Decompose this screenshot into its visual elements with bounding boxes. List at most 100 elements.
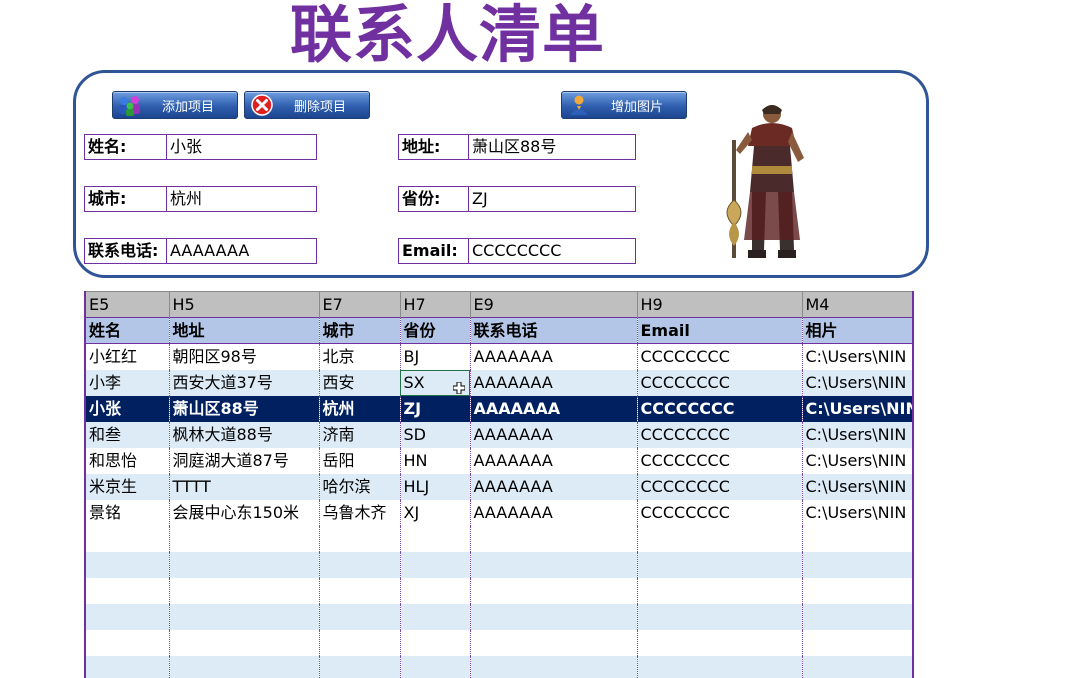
empty-table-row-cell[interactable] bbox=[802, 551, 912, 578]
table-row-cell[interactable]: 洞庭湖大道87号 bbox=[169, 447, 320, 474]
table-row-cell[interactable]: SD bbox=[400, 421, 471, 448]
table-row-cell[interactable]: 会展中心东150米 bbox=[169, 499, 320, 526]
table-row-cell[interactable]: AAAAAAA bbox=[470, 421, 638, 448]
empty-table-row-cell[interactable] bbox=[86, 603, 170, 630]
table-row-cell[interactable]: HLJ bbox=[400, 473, 471, 500]
table-row-cell[interactable]: 岳阳 bbox=[319, 447, 401, 474]
empty-table-row[interactable] bbox=[86, 629, 912, 656]
empty-table-row-cell[interactable] bbox=[169, 525, 320, 552]
table-row-cell[interactable]: 枫林大道88号 bbox=[169, 421, 320, 448]
empty-table-row-cell[interactable] bbox=[637, 655, 803, 678]
table-row[interactable]: 小李 西安大道37号 西安 SX AAAAAAA CCCCCCCC C:\Users\NIN bbox=[86, 369, 912, 396]
cell-reference-row-cell[interactable]: E5 bbox=[86, 291, 170, 318]
empty-table-row-cell[interactable] bbox=[319, 525, 401, 552]
table-row-cell[interactable]: HN bbox=[400, 447, 471, 474]
empty-table-row-cell[interactable] bbox=[86, 629, 170, 656]
empty-table-row-cell[interactable] bbox=[637, 629, 803, 656]
table-row-cell[interactable]: 小李 bbox=[86, 369, 170, 396]
table-row-cell[interactable]: 和思怡 bbox=[86, 447, 170, 474]
table-row-selected-cell[interactable]: 萧山区88号 bbox=[169, 395, 320, 422]
table-row-cell[interactable]: C:\Users\NIN bbox=[802, 499, 912, 526]
empty-table-row-cell[interactable] bbox=[470, 629, 638, 656]
empty-table-row-cell[interactable] bbox=[470, 655, 638, 678]
empty-table-row[interactable] bbox=[86, 655, 912, 678]
empty-table-row[interactable] bbox=[86, 551, 912, 578]
table-row-cell[interactable]: CCCCCCCC bbox=[637, 499, 803, 526]
table-row-selected-cell[interactable]: CCCCCCCC bbox=[637, 395, 803, 422]
table-row-cell[interactable]: 朝阳区98号 bbox=[169, 343, 320, 370]
table-row[interactable]: 和叁 枫林大道88号 济南 SD AAAAAAA CCCCCCCC C:\Users\NIN bbox=[86, 421, 912, 448]
empty-table-row-cell[interactable] bbox=[802, 629, 912, 656]
empty-table-row-cell[interactable] bbox=[169, 551, 320, 578]
address-value[interactable]: 萧山区88号 bbox=[469, 135, 635, 159]
table-row[interactable]: 和思怡 洞庭湖大道87号 岳阳 HN AAAAAAA CCCCCCCC C:\Users\N… bbox=[86, 447, 912, 474]
empty-table-row-cell[interactable] bbox=[470, 551, 638, 578]
table-row-cell[interactable]: 乌鲁木齐 bbox=[319, 499, 401, 526]
email-value[interactable]: CCCCCCCC bbox=[469, 239, 635, 263]
table-row[interactable]: 米京生 TTTT 哈尔滨 HLJ AAAAAAA CCCCCCCC C:\Users\NIN bbox=[86, 473, 912, 500]
empty-table-row-cell[interactable] bbox=[400, 655, 471, 678]
empty-table-row-cell[interactable] bbox=[86, 551, 170, 578]
table-header-row-cell[interactable]: 城市 bbox=[319, 317, 401, 344]
empty-table-row-cell[interactable] bbox=[169, 603, 320, 630]
table-header-row[interactable]: 姓名 地址 城市 省份 联系电话 Email 相片 bbox=[86, 317, 912, 344]
empty-table-row[interactable] bbox=[86, 603, 912, 630]
add-item-button[interactable]: 添加项目 bbox=[112, 91, 238, 119]
table-header-row-cell[interactable]: 姓名 bbox=[86, 317, 170, 344]
empty-table-row-cell[interactable] bbox=[400, 629, 471, 656]
table-row-selected-cell[interactable]: 小张 bbox=[86, 395, 170, 422]
empty-table-row-cell[interactable] bbox=[86, 577, 170, 604]
table-row[interactable]: 小红红 朝阳区98号 北京 BJ AAAAAAA CCCCCCCC C:\Users\NIN bbox=[86, 343, 912, 370]
table-row-cell[interactable]: CCCCCCCC bbox=[637, 343, 803, 370]
table-row-cell[interactable]: TTTT bbox=[169, 473, 320, 500]
table-row-cell[interactable]: C:\Users\NIN bbox=[802, 421, 912, 448]
table-row-selected-cell[interactable]: C:\Users\NIN bbox=[802, 395, 912, 422]
add-image-button[interactable]: 增加图片 bbox=[561, 91, 687, 119]
table-row-cell[interactable]: 米京生 bbox=[86, 473, 170, 500]
empty-table-row[interactable] bbox=[86, 577, 912, 604]
cell-reference-row[interactable]: E5 H5 E7 H7 E9 H9 M4 bbox=[86, 291, 912, 318]
table-row-selected[interactable]: 小张 萧山区88号 杭州 ZJ AAAAAAA CCCCCCCC C:\Users\NIN bbox=[86, 395, 912, 422]
delete-item-button[interactable]: 删除项目 bbox=[244, 91, 370, 119]
city-value[interactable]: 杭州 bbox=[167, 187, 316, 211]
table-header-row-cell[interactable]: 地址 bbox=[169, 317, 320, 344]
empty-table-row-cell[interactable] bbox=[802, 603, 912, 630]
table-row[interactable]: 景铭 会展中心东150米 乌鲁木齐 XJ AAAAAAA CCCCCCCC C:\Users… bbox=[86, 499, 912, 526]
table-row-cell[interactable]: 北京 bbox=[319, 343, 401, 370]
empty-table-row-cell[interactable] bbox=[319, 551, 401, 578]
name-value[interactable]: 小张 bbox=[167, 135, 316, 159]
table-row-cell[interactable]: C:\Users\NIN bbox=[802, 447, 912, 474]
table-row-cell[interactable]: BJ bbox=[400, 343, 471, 370]
table-row-cell[interactable]: 小红红 bbox=[86, 343, 170, 370]
table-row-cell[interactable]: AAAAAAA bbox=[470, 473, 638, 500]
table-row-cell[interactable]: AAAAAAA bbox=[470, 369, 638, 396]
empty-table-row-cell[interactable] bbox=[470, 603, 638, 630]
phone-value[interactable]: AAAAAAA bbox=[167, 239, 316, 263]
empty-table-row-cell[interactable] bbox=[169, 629, 320, 656]
table-row-selected-cell[interactable]: ZJ bbox=[400, 395, 471, 422]
table-header-row-cell[interactable]: 联系电话 bbox=[470, 317, 638, 344]
empty-table-row-cell[interactable] bbox=[637, 577, 803, 604]
table-row-cell[interactable]: C:\Users\NIN bbox=[802, 343, 912, 370]
table-row-cell[interactable]: CCCCCCCC bbox=[637, 369, 803, 396]
table-header-row-cell[interactable]: 省份 bbox=[400, 317, 471, 344]
cell-reference-row-cell[interactable]: H9 bbox=[637, 291, 803, 318]
table-row-cell[interactable]: 西安 bbox=[319, 369, 401, 396]
table-row-cell[interactable]: CCCCCCCC bbox=[637, 473, 803, 500]
empty-table-row-cell[interactable] bbox=[86, 655, 170, 678]
empty-table-row-cell[interactable] bbox=[169, 577, 320, 604]
cell-reference-row-cell[interactable]: H5 bbox=[169, 291, 320, 318]
empty-table-row-cell[interactable] bbox=[637, 551, 803, 578]
table-row-cell[interactable]: 哈尔滨 bbox=[319, 473, 401, 500]
table-row-cell[interactable]: 和叁 bbox=[86, 421, 170, 448]
table-header-row-cell[interactable]: Email bbox=[637, 317, 803, 344]
table-row-selected-cell[interactable]: AAAAAAA bbox=[470, 395, 638, 422]
empty-table-row-cell[interactable] bbox=[400, 603, 471, 630]
table-row-cell[interactable]: CCCCCCCC bbox=[637, 421, 803, 448]
empty-table-row-cell[interactable] bbox=[802, 577, 912, 604]
table-row-cell[interactable]: C:\Users\NIN bbox=[802, 473, 912, 500]
empty-table-row-cell[interactable] bbox=[169, 655, 320, 678]
empty-table-row-cell[interactable] bbox=[470, 525, 638, 552]
empty-table-row-cell[interactable] bbox=[319, 655, 401, 678]
empty-table-row-cell[interactable] bbox=[637, 525, 803, 552]
